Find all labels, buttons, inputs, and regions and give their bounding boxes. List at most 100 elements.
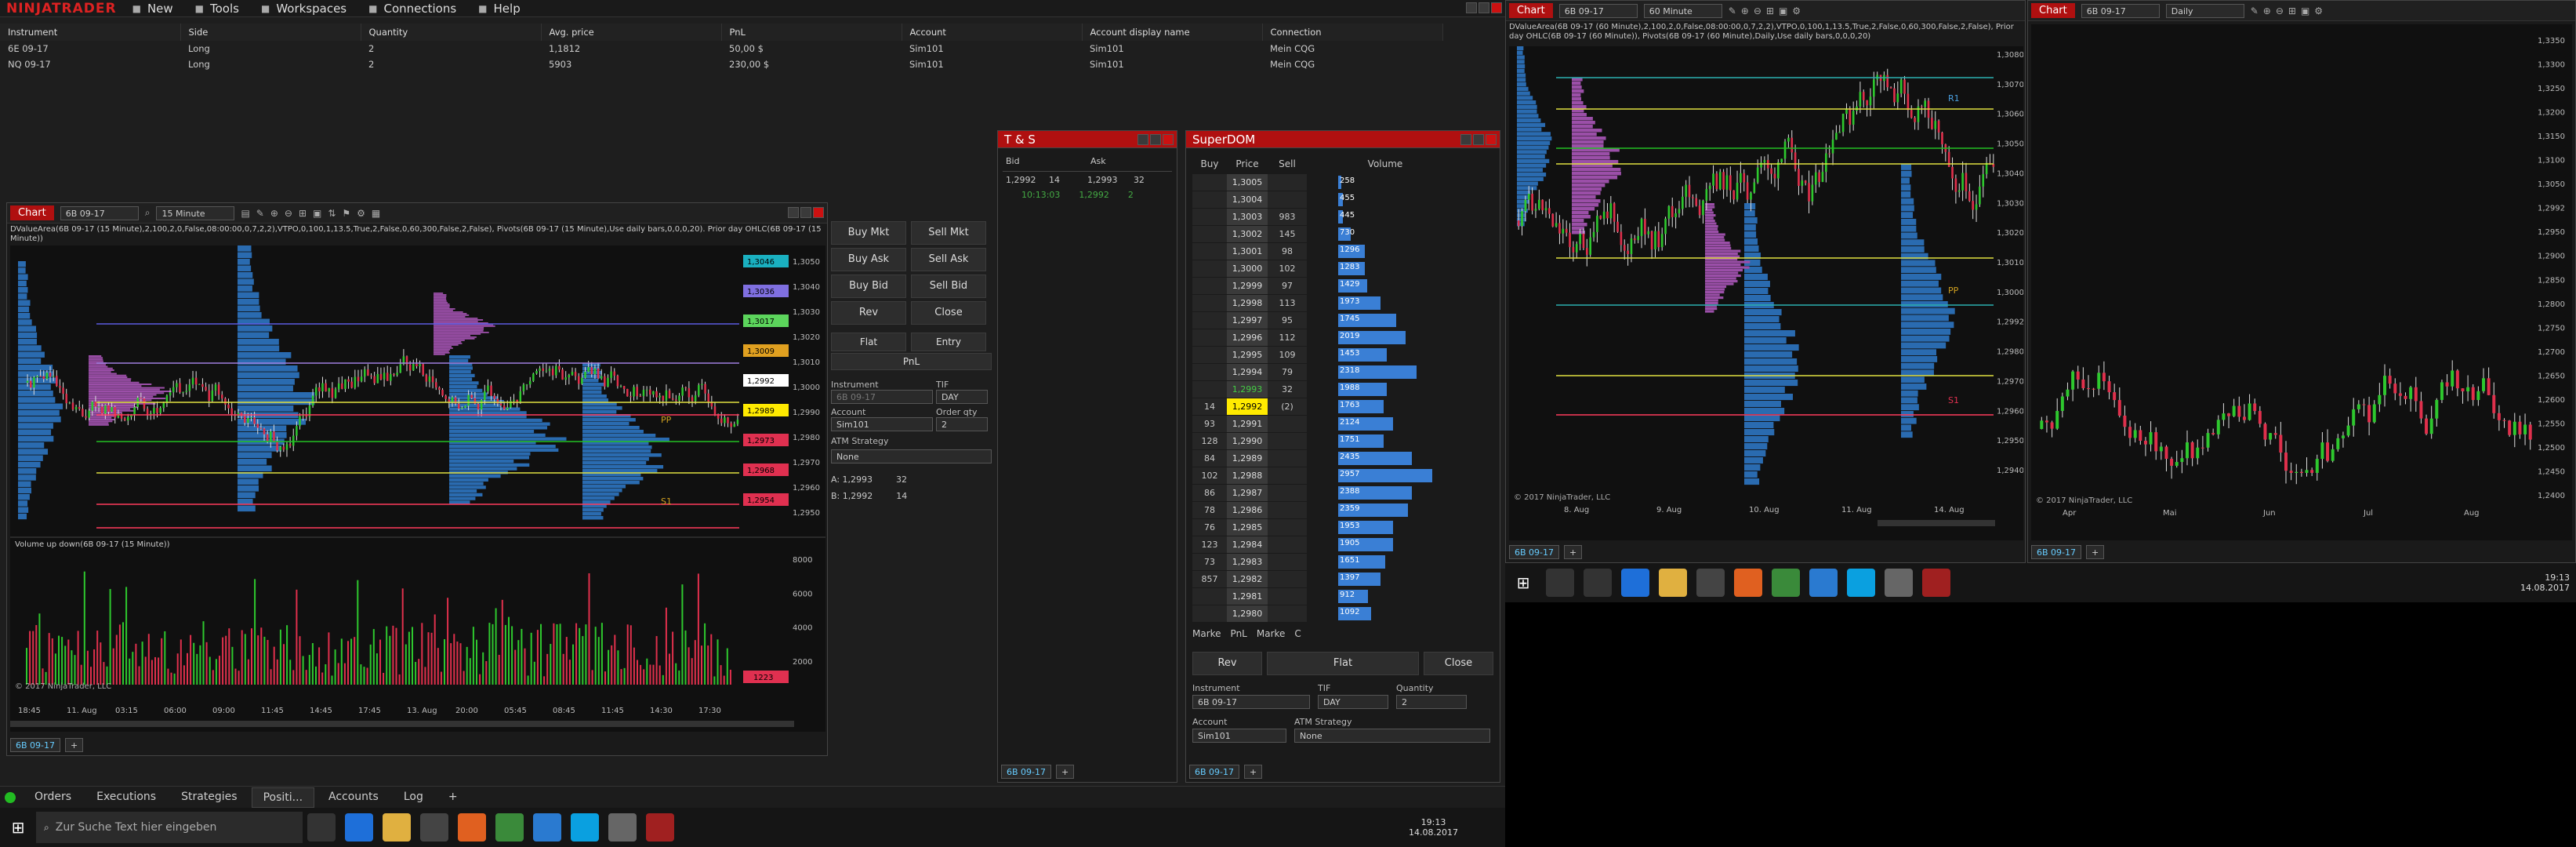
chart-window-daily[interactable]: Chart 6B 09-17 Daily ✎⊕⊖⊞▣⚙ 1,3350 1,3300… <box>2027 0 2576 563</box>
dom-buy-cell[interactable] <box>1192 225 1227 242</box>
dom-row[interactable]: 1,2997 95 1745 <box>1192 311 1500 329</box>
buy-bid-button[interactable]: Buy Bid <box>831 274 906 298</box>
dom-row[interactable]: 1,2980 1092 <box>1192 605 1500 622</box>
dom-sell-cell[interactable] <box>1268 191 1307 208</box>
minimize-button[interactable] <box>1137 134 1148 145</box>
dom-buy-cell[interactable] <box>1192 277 1227 294</box>
app2-icon[interactable] <box>1885 569 1913 597</box>
minimize-button[interactable] <box>788 207 799 218</box>
dom-buy-cell[interactable] <box>1192 173 1227 191</box>
chart-tab[interactable]: 6B 09-17 <box>1509 545 1560 559</box>
menu-connections[interactable]: ■ Connections <box>368 2 456 16</box>
cortana-icon[interactable] <box>1546 569 1574 597</box>
dom-ladder[interactable]: 1,3005 258 1,3004 455 1,3003 983 445 1,3002 145 7… <box>1192 173 1500 622</box>
search-icon[interactable]: ⌕ <box>145 207 151 219</box>
dom-row[interactable]: 1,2981 912 <box>1192 587 1500 605</box>
dom-sell-cell[interactable]: 145 <box>1268 225 1307 242</box>
column-header[interactable]: Connection <box>1262 24 1443 41</box>
dom-buy-cell[interactable]: 76 <box>1192 518 1227 536</box>
dom-row[interactable]: 857 1,2982 1397 <box>1192 570 1500 587</box>
maximize-button[interactable] <box>1478 2 1489 13</box>
tif-select[interactable]: DAY <box>936 390 988 404</box>
price-chart-canvas[interactable]: 1,3350 1,3300 1,3250 1,3200 1,3150 1,3100 1,30… <box>2031 24 2572 540</box>
dom-flat-button[interactable]: Flat <box>1267 652 1419 675</box>
dom-row[interactable]: 14 1,2992 (2) 1763 <box>1192 398 1500 415</box>
dom-sell-cell[interactable]: 102 <box>1268 260 1307 277</box>
dom-buy-cell[interactable]: 128 <box>1192 432 1227 449</box>
tab-orders[interactable]: Orders <box>24 787 82 808</box>
chrome-icon[interactable] <box>1772 569 1800 597</box>
minimize-button[interactable] <box>1460 134 1471 145</box>
dom-buy-cell[interactable] <box>1192 260 1227 277</box>
dom-close-button[interactable]: Close <box>1423 652 1493 675</box>
price-chart-canvas[interactable]: 1,3080 1,3070 1,3060 1,3050 1,3040 1,3030 1,30… <box>1509 46 2023 540</box>
chart-tab[interactable]: 6B 09-17 <box>10 738 61 752</box>
atm-select[interactable]: None <box>831 449 992 463</box>
dom-buy-cell[interactable]: 93 <box>1192 415 1227 432</box>
sell-bid-button[interactable]: Sell Bid <box>911 274 986 298</box>
dom-footer-market-sell[interactable]: Marke <box>1257 628 1286 639</box>
taskbar-search[interactable]: ⌕ Zur Suche Text hier eingeben <box>36 812 303 843</box>
dom-sell-cell[interactable]: 32 <box>1268 380 1307 398</box>
dom-row[interactable]: 1,3002 145 730 <box>1192 225 1500 242</box>
ninjatrader-icon[interactable] <box>1922 569 1950 597</box>
add-tab-button[interactable]: + <box>2086 545 2105 559</box>
add-tab-button[interactable]: + <box>65 738 84 752</box>
dom-row[interactable]: 1,3004 455 <box>1192 191 1500 208</box>
dom-buy-cell[interactable] <box>1192 242 1227 260</box>
dom-sell-cell[interactable]: 97 <box>1268 277 1307 294</box>
dom-buy-cell[interactable] <box>1192 605 1227 622</box>
dom-sell-cell[interactable]: 112 <box>1268 329 1307 346</box>
menu-tools[interactable]: ■ Tools <box>195 2 239 16</box>
dom-buy-cell[interactable] <box>1192 587 1227 605</box>
chart-tools-icons[interactable]: ✎⊕⊖⊞▣⚙ <box>1729 5 1805 16</box>
superdom-window[interactable]: SuperDOM Buy Price Sell Volume 1,3005 258… <box>1185 130 1500 783</box>
dom-sell-cell[interactable] <box>1268 570 1307 587</box>
minimize-button[interactable] <box>1466 2 1477 13</box>
close-button[interactable] <box>1491 2 1502 13</box>
instrument-selector[interactable]: 6B 09-17 <box>60 205 139 220</box>
dom-row[interactable]: 93 1,2991 2124 <box>1192 415 1500 432</box>
position-row[interactable]: 6E 09-17 Long 2 1,1812 50,00 $ Sim101 Sim101 Me… <box>0 41 1442 56</box>
column-header[interactable]: Side <box>180 24 361 41</box>
menu-new[interactable]: ■ New <box>132 2 173 16</box>
app-icon[interactable] <box>1809 569 1838 597</box>
tab-accounts[interactable]: Accounts <box>317 787 390 808</box>
dom-sell-cell[interactable] <box>1268 173 1307 191</box>
dom-qty-input[interactable]: 2 <box>1396 695 1467 709</box>
dom-sell-cell[interactable] <box>1268 484 1307 501</box>
buy-mkt-button[interactable]: Buy Mkt <box>831 221 906 245</box>
dom-row[interactable]: 1,2994 79 2318 <box>1192 363 1500 380</box>
add-tab-button[interactable]: + <box>1244 765 1263 779</box>
tab-strategies[interactable]: Strategies <box>170 787 249 808</box>
windows-start-icon[interactable]: ⊞ <box>1505 573 1541 592</box>
task-view-icon[interactable] <box>1584 569 1612 597</box>
dom-row[interactable]: 76 1,2985 1953 <box>1192 518 1500 536</box>
chart-scrollbar[interactable] <box>10 721 794 727</box>
ts-tab[interactable]: 6B 09-17 <box>1001 765 1052 779</box>
interval-selector[interactable]: 60 Minute <box>1643 3 1722 18</box>
dom-sell-cell[interactable]: 79 <box>1268 363 1307 380</box>
column-header[interactable]: Account <box>902 24 1083 41</box>
dom-sell-cell[interactable] <box>1268 605 1307 622</box>
dom-row[interactable]: 1,2998 113 1973 <box>1192 294 1500 311</box>
ninjatrader-icon[interactable] <box>646 813 674 842</box>
dom-buy-cell[interactable]: 14 <box>1192 398 1227 415</box>
dom-sell-cell[interactable]: 98 <box>1268 242 1307 260</box>
firefox-icon[interactable] <box>458 813 486 842</box>
dom-sell-cell[interactable] <box>1268 467 1307 484</box>
skype-icon[interactable] <box>1847 569 1875 597</box>
dom-row[interactable]: 1,2996 112 2019 <box>1192 329 1500 346</box>
edge-icon[interactable] <box>345 813 373 842</box>
windows-start-icon[interactable]: ⊞ <box>0 818 36 837</box>
chart-window-15min[interactable]: Chart 6B 09-17 ⌕ 15 Minute ▤✎⊕⊖⊞▣⇅⚑⚙▦ DV… <box>6 202 828 756</box>
instrument-selector[interactable]: 6B 09-17 <box>2081 3 2160 18</box>
tab-log[interactable]: Log <box>393 787 434 808</box>
skype-icon[interactable] <box>571 813 599 842</box>
store-icon[interactable] <box>1696 569 1725 597</box>
instrument-field[interactable]: 6B 09-17 <box>831 390 933 404</box>
dom-row[interactable]: 102 1,2988 2957 <box>1192 467 1500 484</box>
interval-selector[interactable]: Daily <box>2165 3 2244 18</box>
app-icon[interactable] <box>533 813 561 842</box>
dom-sell-cell[interactable]: 109 <box>1268 346 1307 363</box>
